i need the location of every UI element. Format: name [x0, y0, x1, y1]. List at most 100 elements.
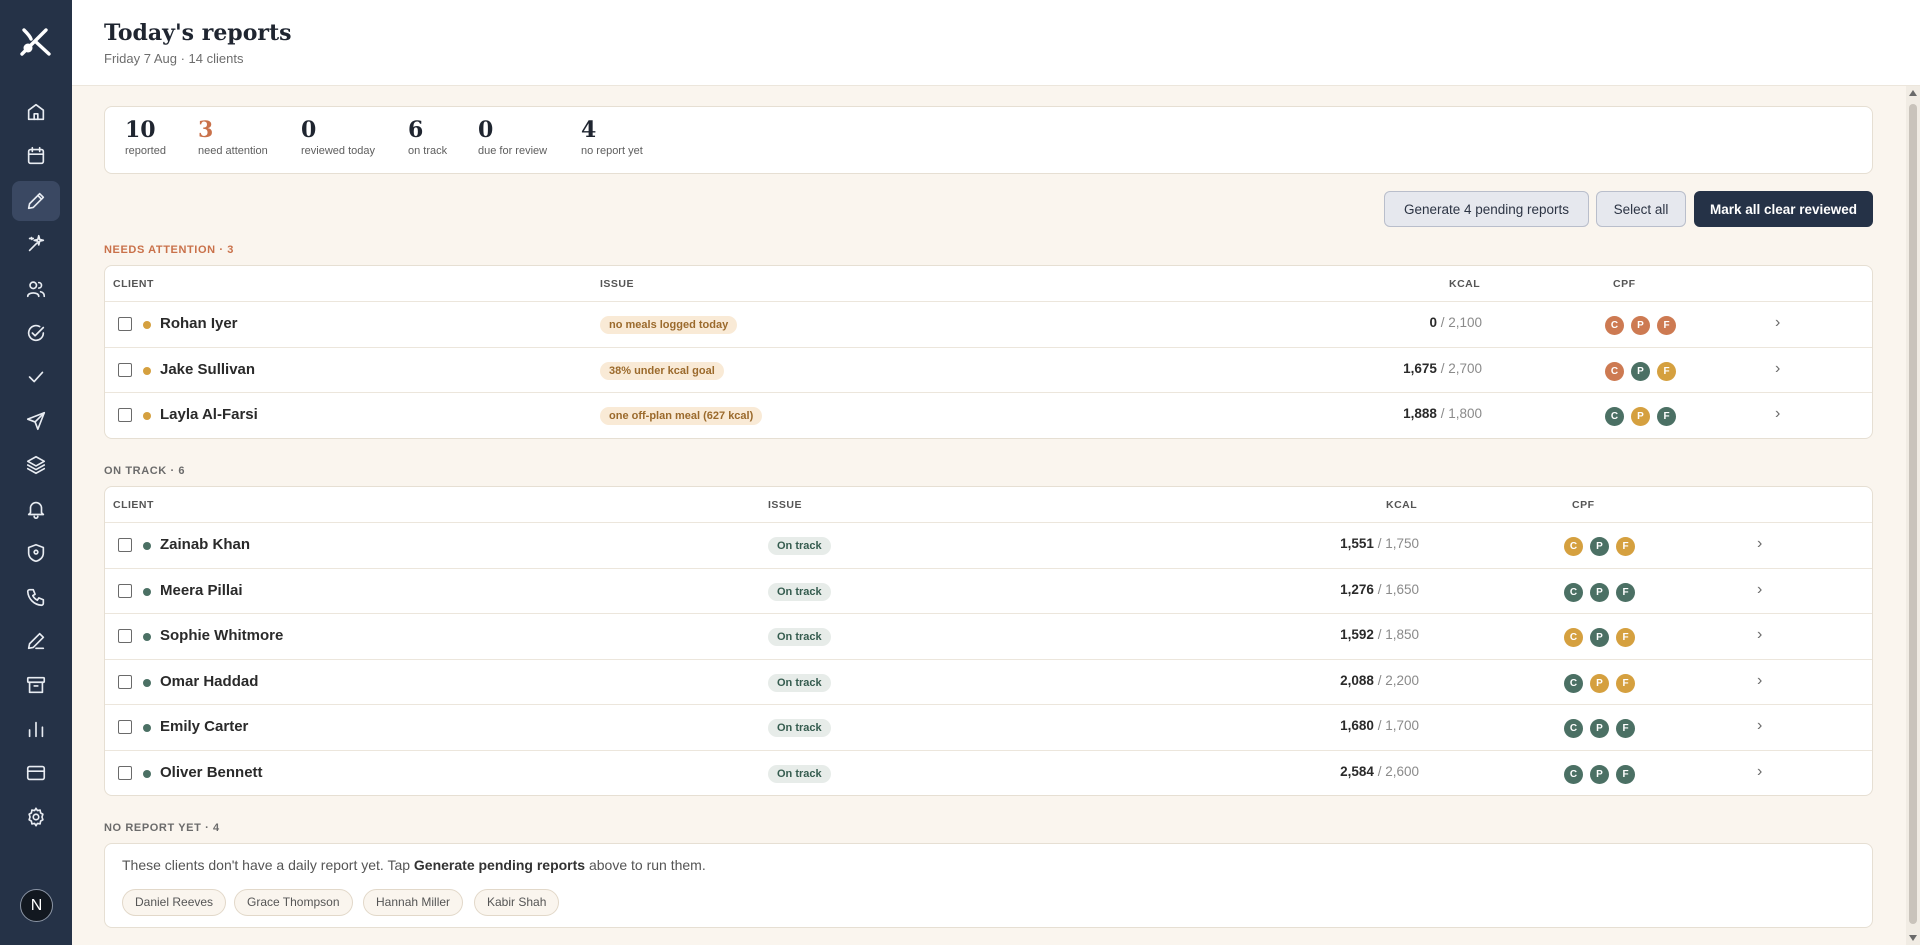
kcal-goal: / 2,200: [1373, 672, 1419, 688]
chevron-right-icon[interactable]: ›: [1757, 626, 1762, 644]
kcal-value: 1,592 / 1,850: [1340, 627, 1419, 642]
credit-card-icon: [26, 765, 46, 781]
fat-badge: F: [1657, 407, 1676, 426]
client-name[interactable]: Zainab Khan: [160, 536, 250, 553]
stat-label: on track: [408, 145, 448, 157]
client-chip[interactable]: Hannah Miller: [363, 889, 464, 916]
col-issue: ISSUE: [600, 278, 635, 290]
row-checkbox[interactable]: [118, 538, 132, 552]
phone-icon: [26, 588, 45, 607]
chevron-right-icon[interactable]: ›: [1757, 672, 1762, 690]
chevron-right-icon[interactable]: ›: [1757, 717, 1762, 735]
kcal-logged: 1,675: [1403, 360, 1437, 376]
stat-value: 0: [478, 117, 494, 143]
layers-icon: [26, 455, 46, 475]
stat-label: need attention: [198, 145, 268, 157]
nav-reports[interactable]: [12, 181, 60, 221]
client-name[interactable]: Oliver Bennett: [160, 764, 263, 781]
main-content: 10 reported 3 need attention 0 reviewed …: [72, 86, 1906, 945]
nav-calls[interactable]: [12, 577, 60, 617]
avatar[interactable]: N: [20, 889, 53, 922]
table-row[interactable]: Sophie Whitmore On track 1,592 / 1,850 C…: [105, 614, 1872, 660]
status-dot: [143, 542, 151, 550]
needs-attention-table: CLIENT ISSUE KCAL CPF Rohan Iyer no meal…: [104, 265, 1873, 439]
row-checkbox[interactable]: [118, 674, 132, 689]
client-name[interactable]: Meera Pillai: [160, 582, 243, 599]
chevron-right-icon[interactable]: ›: [1757, 535, 1762, 553]
kcal-logged: 1,680: [1340, 718, 1374, 733]
scroll-thumb[interactable]: [1909, 104, 1917, 924]
stat-label: reviewed today: [301, 145, 375, 157]
nav-settings[interactable]: [12, 797, 60, 837]
nav-calendar[interactable]: [12, 136, 60, 176]
client-chip[interactable]: Kabir Shah: [474, 889, 560, 916]
nav-tasks[interactable]: [12, 357, 60, 397]
nav-home[interactable]: [12, 92, 60, 132]
no-report-message: These clients don't have a daily report …: [122, 857, 706, 873]
stat-value: 10: [125, 117, 156, 143]
fat-badge: F: [1657, 316, 1676, 335]
scroll-down-icon[interactable]: [1909, 935, 1917, 941]
status-badge: On track: [768, 537, 831, 555]
client-chip[interactable]: Daniel Reeves: [122, 889, 227, 916]
table-row[interactable]: Meera Pillai On track 1,276 / 1,650 C P …: [105, 569, 1872, 614]
client-name[interactable]: Omar Haddad: [160, 673, 258, 690]
table-row[interactable]: Emily Carter On track 1,680 / 1,700 C P …: [105, 705, 1872, 751]
kcal-value: 1,680 / 1,700: [1340, 718, 1419, 733]
nav-programs[interactable]: [12, 445, 60, 485]
generate-pending-button[interactable]: Generate 4 pending reports: [1384, 191, 1589, 227]
chevron-right-icon[interactable]: ›: [1775, 405, 1780, 423]
client-chip[interactable]: Grace Thompson: [234, 889, 353, 916]
table-row[interactable]: Layla Al-Farsi one off-plan meal (627 kc…: [105, 393, 1872, 438]
stat-on-track: 6 on track: [408, 117, 447, 157]
chevron-right-icon[interactable]: ›: [1775, 360, 1780, 378]
row-checkbox[interactable]: [118, 629, 132, 643]
table-row[interactable]: Zainab Khan On track 1,551 / 1,750 C P F…: [105, 523, 1872, 569]
row-checkbox[interactable]: [118, 765, 132, 780]
row-checkbox[interactable]: [118, 583, 132, 598]
client-name[interactable]: Jake Sullivan: [160, 361, 255, 378]
kcal-logged: 1,276: [1340, 581, 1374, 597]
fat-badge: F: [1616, 582, 1635, 602]
nav-archive[interactable]: [12, 665, 60, 705]
mark-all-reviewed-button[interactable]: Mark all clear reviewed: [1694, 191, 1873, 227]
client-name[interactable]: Emily Carter: [160, 718, 248, 735]
chevron-right-icon[interactable]: ›: [1757, 763, 1762, 781]
stat-need-attention: 3 need attention: [198, 117, 268, 157]
chevron-right-icon[interactable]: ›: [1757, 581, 1762, 599]
logo-icon[interactable]: [16, 22, 54, 60]
row-checkbox[interactable]: [118, 362, 132, 377]
client-name[interactable]: Layla Al-Farsi: [160, 406, 258, 423]
nav-notes[interactable]: [12, 621, 60, 661]
kcal-value: 1,276 / 1,650: [1340, 582, 1419, 597]
fat-badge: F: [1616, 537, 1635, 556]
nav-checkins[interactable]: [12, 313, 60, 353]
nav-billing[interactable]: [12, 753, 60, 793]
scroll-up-icon[interactable]: [1909, 90, 1917, 96]
row-checkbox[interactable]: [118, 317, 132, 331]
table-row[interactable]: Jake Sullivan 38% under kcal goal 1,675 …: [105, 348, 1872, 393]
kcal-goal: / 1,650: [1373, 581, 1419, 597]
table-row[interactable]: Rohan Iyer no meals logged today 0 / 2,1…: [105, 302, 1872, 348]
chevron-right-icon[interactable]: ›: [1775, 314, 1780, 332]
status-dot: [143, 366, 151, 375]
bell-icon: [27, 501, 45, 519]
nav-analytics[interactable]: [12, 709, 60, 749]
nav-ai[interactable]: [12, 224, 60, 264]
client-name[interactable]: Sophie Whitmore: [160, 627, 283, 644]
client-name[interactable]: Rohan Iyer: [160, 315, 238, 332]
table-row[interactable]: Oliver Bennett On track 2,584 / 2,600 C …: [105, 751, 1872, 796]
row-checkbox[interactable]: [118, 408, 132, 422]
section-title-no-report: NO REPORT YET · 4: [104, 822, 220, 834]
table-row[interactable]: Omar Haddad On track 2,088 / 2,200 C P F…: [105, 660, 1872, 705]
carb-badge: C: [1605, 361, 1624, 381]
row-checkbox[interactable]: [118, 720, 132, 734]
nav-security[interactable]: [12, 533, 60, 573]
stat-no-report: 4 no report yet: [581, 117, 643, 157]
nav-messages[interactable]: [12, 401, 60, 441]
col-client: CLIENT: [113, 499, 154, 511]
scrollbar[interactable]: [1906, 86, 1920, 945]
nav-clients[interactable]: [12, 269, 60, 309]
nav-notifications[interactable]: [12, 489, 60, 529]
select-all-button[interactable]: Select all: [1596, 191, 1686, 227]
